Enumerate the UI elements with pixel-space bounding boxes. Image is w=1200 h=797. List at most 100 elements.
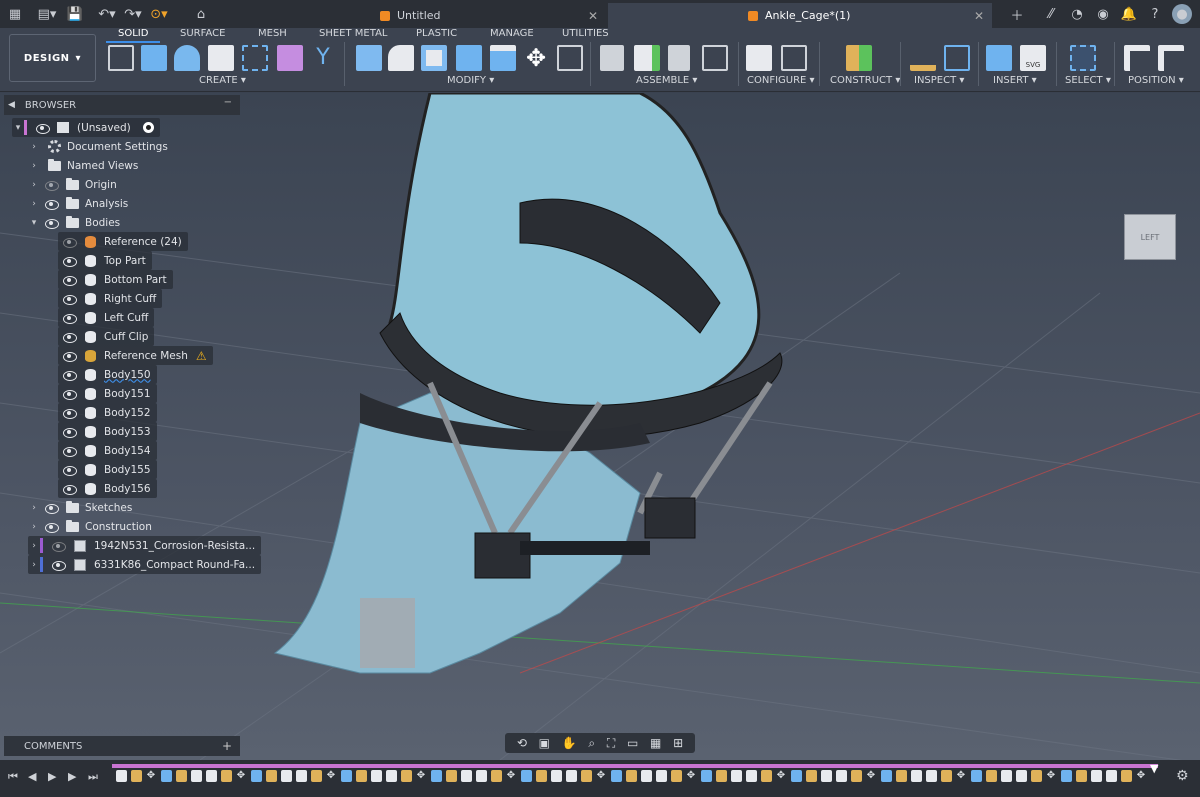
timeline-feature[interactable] bbox=[446, 770, 457, 782]
browser-item-origin[interactable]: › Origin bbox=[28, 175, 117, 194]
eye-icon[interactable] bbox=[62, 370, 78, 381]
timeline-feature[interactable] bbox=[266, 770, 277, 782]
save-icon[interactable]: 💾 bbox=[64, 3, 86, 25]
browser-collapse-icon[interactable]: ◀ bbox=[8, 100, 15, 110]
timeline-feature[interactable]: ✥ bbox=[416, 771, 426, 781]
undo-icon[interactable]: ↶▾ bbox=[96, 3, 118, 25]
timeline-feature[interactable] bbox=[806, 770, 817, 782]
align-icon[interactable] bbox=[1124, 45, 1150, 71]
zoom-icon[interactable]: ⌕ bbox=[588, 736, 595, 751]
timeline-feature[interactable] bbox=[551, 770, 562, 782]
timeline-feature[interactable] bbox=[716, 770, 727, 782]
timeline-feature[interactable]: ✥ bbox=[1046, 771, 1056, 781]
body-item-body155[interactable]: Body155 bbox=[58, 460, 157, 479]
timeline-feature[interactable] bbox=[206, 770, 217, 782]
group-position[interactable]: POSITION ▾ bbox=[1128, 75, 1184, 86]
group-modify[interactable]: MODIFY ▾ bbox=[447, 75, 494, 86]
go-to-start-icon[interactable]: ⏮ bbox=[8, 770, 18, 784]
add-comment-button[interactable]: + bbox=[222, 739, 232, 753]
eye-icon[interactable] bbox=[35, 123, 51, 134]
minimize-icon[interactable]: − bbox=[224, 97, 232, 108]
tab-sheet-metal[interactable]: SHEET METAL bbox=[319, 28, 387, 39]
tab-utilities[interactable]: UTILITIES bbox=[562, 28, 609, 39]
browser-root[interactable]: ▾ (Unsaved) bbox=[12, 118, 160, 137]
timeline-feature[interactable] bbox=[881, 770, 892, 782]
tab-solid[interactable]: SOLID bbox=[105, 28, 162, 43]
eye-icon[interactable] bbox=[62, 294, 78, 305]
timeline-feature[interactable] bbox=[821, 770, 832, 782]
comments-panel[interactable]: COMMENTS + bbox=[4, 736, 240, 756]
timeline-feature[interactable] bbox=[116, 770, 127, 782]
chevron-right-icon[interactable]: › bbox=[28, 522, 40, 532]
eye-hidden-icon[interactable] bbox=[62, 237, 78, 248]
timeline-feature[interactable]: ✥ bbox=[1136, 771, 1146, 781]
window-select-icon[interactable] bbox=[1070, 45, 1096, 71]
eye-icon[interactable] bbox=[44, 218, 60, 229]
tab-untitled[interactable]: Untitled ✕ bbox=[370, 3, 606, 28]
timeline-feature[interactable] bbox=[911, 770, 922, 782]
chevron-right-icon[interactable]: › bbox=[28, 503, 40, 513]
timeline-feature[interactable]: ✥ bbox=[866, 771, 876, 781]
timeline-feature[interactable] bbox=[1061, 770, 1072, 782]
eye-hidden-icon[interactable] bbox=[51, 541, 67, 552]
measure-icon[interactable] bbox=[910, 45, 936, 71]
eye-icon[interactable] bbox=[62, 484, 78, 495]
jobs-icon[interactable]: ◉ bbox=[1092, 3, 1114, 25]
insert-svg-icon[interactable]: SVG bbox=[1020, 45, 1046, 71]
chevron-right-icon[interactable]: › bbox=[28, 199, 40, 209]
parameters-icon[interactable] bbox=[557, 45, 583, 71]
combine-icon[interactable] bbox=[456, 45, 482, 71]
timeline-feature[interactable] bbox=[701, 770, 712, 782]
timeline-feature[interactable] bbox=[611, 770, 622, 782]
step-forward-icon[interactable]: ▶ bbox=[68, 770, 76, 783]
group-insert[interactable]: INSERT ▾ bbox=[993, 75, 1037, 86]
redo-icon[interactable]: ↷▾ bbox=[122, 3, 144, 25]
body-item-body151[interactable]: Body151 bbox=[58, 384, 157, 403]
hole-icon[interactable] bbox=[208, 45, 234, 71]
browser-item-bodies[interactable]: ▾ Bodies bbox=[28, 213, 120, 232]
browser-item-named-views[interactable]: › Named Views bbox=[28, 156, 138, 175]
activate-radio-icon[interactable] bbox=[142, 122, 154, 133]
eye-icon[interactable] bbox=[62, 446, 78, 457]
view-cube[interactable]: LEFT bbox=[1124, 214, 1176, 260]
chevron-down-icon[interactable]: ▾ bbox=[12, 123, 24, 133]
joint-origin-icon[interactable] bbox=[702, 45, 728, 71]
timeline-feature[interactable]: ✥ bbox=[686, 771, 696, 781]
timeline-feature[interactable] bbox=[281, 770, 292, 782]
as-built-joint-icon[interactable] bbox=[668, 45, 690, 71]
body-item-bottom-part[interactable]: Bottom Part bbox=[58, 270, 173, 289]
tab-mesh[interactable]: MESH bbox=[258, 28, 287, 39]
viewports-icon[interactable]: ⊞ bbox=[673, 736, 683, 750]
eye-icon[interactable] bbox=[62, 351, 78, 362]
timeline-feature[interactable] bbox=[461, 770, 472, 782]
browser-header[interactable]: ◀ BROWSER − bbox=[4, 95, 240, 115]
create-form-icon[interactable] bbox=[277, 45, 303, 71]
timeline-feature[interactable]: ✥ bbox=[326, 771, 336, 781]
timeline-feature[interactable]: ✥ bbox=[506, 771, 516, 781]
group-configure[interactable]: CONFIGURE ▾ bbox=[747, 75, 815, 86]
timeline-feature[interactable] bbox=[671, 770, 682, 782]
timeline-feature[interactable] bbox=[251, 770, 262, 782]
timeline-feature[interactable] bbox=[176, 770, 187, 782]
timeline-feature[interactable] bbox=[131, 770, 142, 782]
grid-icon[interactable]: ▦ bbox=[650, 736, 661, 750]
timeline-feature[interactable] bbox=[1121, 770, 1132, 782]
timeline-feature[interactable] bbox=[401, 770, 412, 782]
timeline-feature[interactable] bbox=[191, 770, 202, 782]
timeline-feature[interactable] bbox=[626, 770, 637, 782]
eye-icon[interactable] bbox=[44, 503, 60, 514]
timeline-feature[interactable]: ✥ bbox=[236, 771, 246, 781]
extrude-icon[interactable] bbox=[141, 45, 167, 71]
browser-component-6331k86[interactable]: › 6331K86_Compact Round-Fa... bbox=[28, 555, 262, 574]
timeline-feature[interactable] bbox=[371, 770, 382, 782]
timeline-feature[interactable]: ✥ bbox=[776, 771, 786, 781]
browser-item-document-settings[interactable]: › Document Settings bbox=[28, 137, 168, 156]
display-settings-icon[interactable]: ▭ bbox=[627, 736, 638, 750]
chevron-right-icon[interactable]: › bbox=[28, 180, 40, 190]
new-component-icon[interactable] bbox=[600, 45, 624, 71]
timeline-feature[interactable] bbox=[476, 770, 487, 782]
timeline-feature[interactable] bbox=[1016, 770, 1027, 782]
tab-manage[interactable]: MANAGE bbox=[490, 28, 534, 39]
play-icon[interactable]: ▶ bbox=[48, 770, 56, 783]
interference-icon[interactable] bbox=[944, 45, 970, 71]
